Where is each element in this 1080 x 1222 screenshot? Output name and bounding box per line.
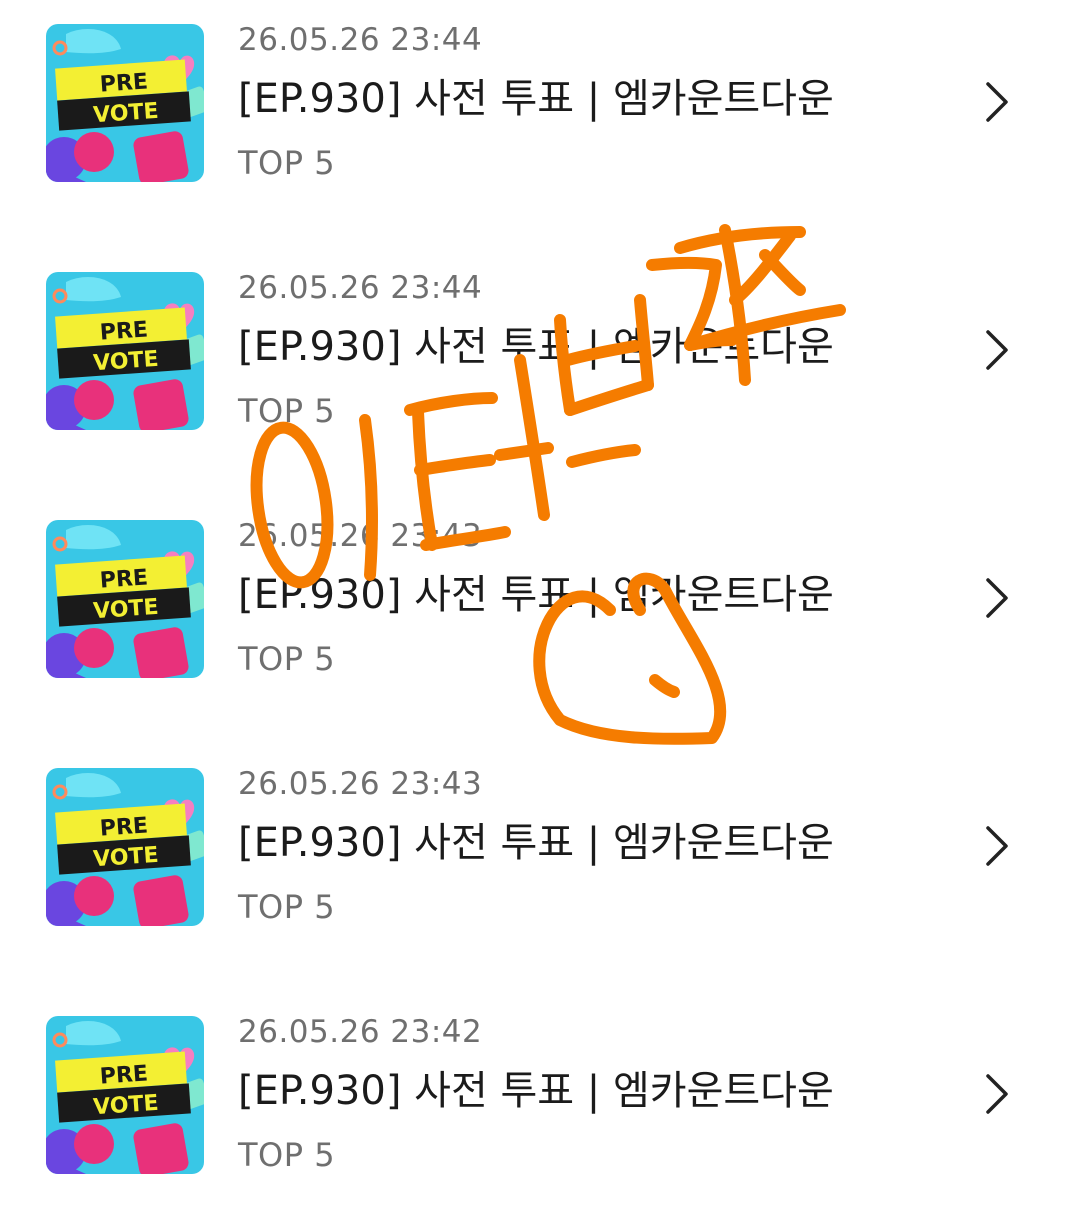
thumbnail-vote-label: VOTE — [92, 843, 159, 873]
chevron-right-icon[interactable] — [984, 80, 1010, 124]
thumbnail-pre-label: PRE — [99, 565, 149, 593]
vote-title: [EP.930] 사전 투표 | 엠카운트다운 — [238, 572, 834, 618]
vote-history-list: PRE VOTE 26.05.26 23:44 [EP.930] 사전 투표 |… — [0, 0, 1080, 1222]
chevron-right-icon[interactable] — [984, 1072, 1010, 1116]
vote-list-item[interactable]: PRE VOTE 26.05.26 23:43 [EP.930] 사전 투표 |… — [0, 496, 1080, 696]
vote-list-item[interactable]: PRE VOTE 26.05.26 23:44 [EP.930] 사전 투표 |… — [0, 248, 1080, 448]
item-text: 26.05.26 23:42 [EP.930] 사전 투표 | 엠카운트다운 T… — [238, 1010, 938, 1178]
item-text: 26.05.26 23:44 [EP.930] 사전 투표 | 엠카운트다운 T… — [238, 18, 938, 186]
vote-title: [EP.930] 사전 투표 | 엠카운트다운 — [238, 820, 834, 866]
vote-title: [EP.930] 사전 투표 | 엠카운트다운 — [238, 76, 834, 122]
thumbnail-vote-label: VOTE — [92, 1091, 159, 1121]
vote-title: [EP.930] 사전 투표 | 엠카운트다운 — [238, 1068, 834, 1114]
vote-date: 26.05.26 23:44 — [238, 270, 483, 306]
pre-vote-thumbnail: PRE VOTE — [46, 768, 204, 926]
vote-rank: TOP 5 — [238, 640, 336, 678]
thumbnail-vote-label: VOTE — [92, 99, 159, 129]
vote-title: [EP.930] 사전 투표 | 엠카운트다운 — [238, 324, 834, 370]
vote-date: 26.05.26 23:43 — [238, 766, 483, 802]
thumbnail-pre-label: PRE — [99, 69, 149, 97]
thumbnail-pre-label: PRE — [99, 813, 149, 841]
chevron-right-icon[interactable] — [984, 824, 1010, 868]
vote-rank: TOP 5 — [238, 144, 336, 182]
chevron-right-icon[interactable] — [984, 328, 1010, 372]
vote-list-item[interactable]: PRE VOTE 26.05.26 23:44 [EP.930] 사전 투표 |… — [0, 0, 1080, 200]
pre-vote-thumbnail: PRE VOTE — [46, 272, 204, 430]
vote-date: 26.05.26 23:42 — [238, 1014, 483, 1050]
thumbnail-vote-label: VOTE — [92, 595, 159, 625]
chevron-right-icon[interactable] — [984, 576, 1010, 620]
vote-rank: TOP 5 — [238, 888, 336, 926]
vote-date: 26.05.26 23:43 — [238, 518, 483, 554]
pre-vote-thumbnail: PRE VOTE — [46, 1016, 204, 1174]
vote-rank: TOP 5 — [238, 1136, 336, 1174]
vote-rank: TOP 5 — [238, 392, 336, 430]
item-text: 26.05.26 23:43 [EP.930] 사전 투표 | 엠카운트다운 T… — [238, 514, 938, 682]
pre-vote-thumbnail: PRE VOTE — [46, 520, 204, 678]
thumbnail-vote-label: VOTE — [92, 347, 159, 377]
vote-list-item[interactable]: PRE VOTE 26.05.26 23:42 [EP.930] 사전 투표 |… — [0, 992, 1080, 1192]
thumbnail-pre-label: PRE — [99, 1061, 149, 1089]
pre-vote-thumbnail: PRE VOTE — [46, 24, 204, 182]
item-text: 26.05.26 23:44 [EP.930] 사전 투표 | 엠카운트다운 T… — [238, 266, 938, 434]
vote-date: 26.05.26 23:44 — [238, 22, 483, 58]
item-text: 26.05.26 23:43 [EP.930] 사전 투표 | 엠카운트다운 T… — [238, 762, 938, 930]
vote-list-item[interactable]: PRE VOTE 26.05.26 23:43 [EP.930] 사전 투표 |… — [0, 744, 1080, 944]
thumbnail-pre-label: PRE — [99, 317, 149, 345]
